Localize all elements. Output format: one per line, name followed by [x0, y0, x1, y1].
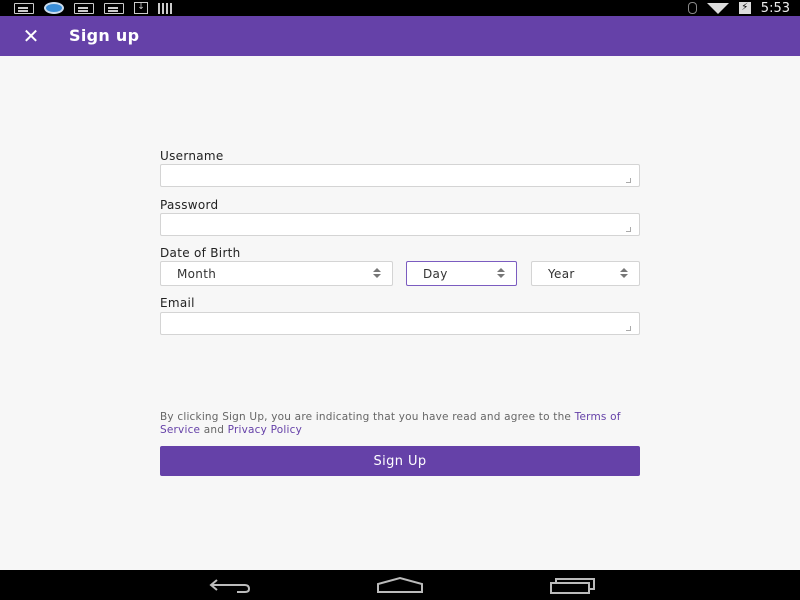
system-icons: ⚡ 5:53	[687, 0, 790, 16]
month-select[interactable]: Month	[160, 261, 393, 286]
clock: 5:53	[760, 0, 790, 16]
email-label: Email	[160, 296, 195, 310]
battery-charging-icon: ⚡	[738, 2, 751, 14]
username-label: Username	[160, 149, 224, 163]
download-icon: ↓	[134, 2, 148, 14]
resize-grip-icon	[626, 227, 631, 232]
bluetooth-icon	[687, 2, 697, 14]
select-arrows-icon	[619, 268, 629, 279]
terms-and: and	[200, 424, 228, 436]
dob-label: Date of Birth	[160, 246, 241, 260]
home-icon[interactable]	[376, 576, 424, 594]
select-arrows-icon	[372, 268, 382, 279]
notification-icons: ↓	[14, 2, 174, 14]
message-icon	[14, 2, 34, 14]
year-select[interactable]: Year	[531, 261, 640, 286]
resize-grip-icon	[626, 178, 631, 183]
sign-up-button[interactable]: Sign Up	[160, 446, 640, 476]
navigation-bar	[0, 570, 800, 600]
password-label: Password	[160, 198, 219, 212]
app-bar: ✕ Sign up	[0, 16, 800, 56]
back-icon[interactable]	[207, 576, 251, 594]
terms-text: By clicking Sign Up, you are indicating …	[160, 411, 575, 423]
message-icon	[74, 2, 94, 14]
select-arrows-icon	[496, 268, 506, 279]
year-select-value: Year	[548, 267, 575, 281]
username-input[interactable]	[161, 165, 639, 187]
recents-icon[interactable]	[548, 576, 596, 594]
wifi-icon	[706, 2, 729, 14]
email-field[interactable]	[160, 312, 640, 335]
password-input[interactable]	[161, 214, 639, 236]
day-select[interactable]: Day	[406, 261, 517, 286]
barcode-icon	[158, 2, 174, 14]
email-input[interactable]	[161, 313, 639, 335]
password-field[interactable]	[160, 213, 640, 236]
message-icon	[104, 2, 124, 14]
close-icon[interactable]: ✕	[20, 25, 42, 47]
sync-icon	[44, 2, 64, 14]
page-title: Sign up	[69, 26, 140, 45]
day-select-value: Day	[423, 267, 448, 281]
resize-grip-icon	[626, 326, 631, 331]
month-select-value: Month	[177, 267, 217, 281]
status-bar: ↓ ⚡ 5:53	[0, 0, 800, 16]
username-field[interactable]	[160, 164, 640, 187]
privacy-policy-link[interactable]: Privacy Policy	[228, 424, 302, 436]
terms-notice: By clicking Sign Up, you are indicating …	[160, 411, 640, 437]
